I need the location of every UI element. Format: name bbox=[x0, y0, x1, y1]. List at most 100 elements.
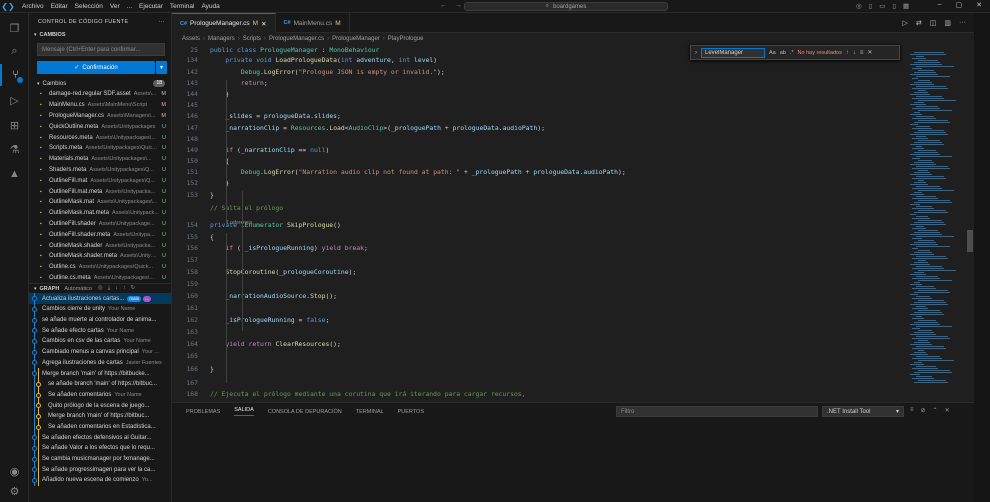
changes-section-header[interactable]: ▾ CAMBIOS bbox=[29, 30, 171, 40]
changed-file-row[interactable]: ▪ OutlineMask.mat.meta Assets\Unitypack...… bbox=[29, 208, 171, 219]
chevron-right-icon[interactable]: › bbox=[695, 50, 697, 56]
graph-commit-row[interactable]: Merge branch 'main' of https://bitbucke.… bbox=[29, 368, 171, 379]
changed-file-row[interactable]: ▪ OutlineFill.shader Assets\Unitypackage..… bbox=[29, 219, 171, 230]
changed-file-row[interactable]: ▪ OutlineFill.mat.meta Assets\Unitypacka..… bbox=[29, 186, 171, 197]
find-in-selection-icon[interactable]: ≡ bbox=[860, 50, 864, 56]
code-editor[interactable]: 25 public class PrologueManager : MonoBeh… bbox=[172, 44, 906, 417]
graph-commit-row[interactable]: Se añaden comentarios en Estadística... bbox=[29, 421, 171, 433]
accounts-icon[interactable]: ◉ bbox=[0, 460, 29, 482]
graph-commit-row[interactable]: Se añade efecto cartas Your Name bbox=[29, 325, 171, 337]
graph-commit-row[interactable]: se añade branch 'main' of https://bitbuc… bbox=[29, 378, 171, 390]
graph-commit-row[interactable]: Añadido nueva escena de comienzo Yo... bbox=[29, 475, 171, 486]
find-input[interactable] bbox=[701, 47, 765, 58]
graph-commit-row[interactable]: Se añaden comentarios Your Name bbox=[29, 389, 171, 401]
changed-file-row[interactable]: ▪ Resources.meta Assets\Unitypackages\... U bbox=[29, 132, 171, 143]
breadcrumb-item[interactable]: PrologueManager bbox=[332, 36, 380, 42]
toggle-sidebar-icon[interactable]: ▯ bbox=[869, 2, 873, 10]
changed-file-row[interactable]: ▪ Materials.meta Assets\Unitypackages\... U bbox=[29, 154, 171, 165]
graph-commit-row[interactable]: Se cambia musicmanager por fxmanage... bbox=[29, 453, 171, 465]
toggle-secondary-sidebar-icon[interactable]: ▯ bbox=[892, 2, 896, 10]
changed-file-row[interactable]: ▪ Shaders.meta Assets\Unitypackages\Q... U bbox=[29, 165, 171, 176]
copilot-icon[interactable]: ◎ bbox=[856, 2, 862, 10]
command-center-search[interactable]: ⌕ boardgames bbox=[464, 2, 668, 11]
breadcrumb-item[interactable]: PlayPrologue bbox=[388, 36, 424, 42]
graph-commit-row[interactable]: Quito prólogo de la escena de juego... bbox=[29, 400, 171, 411]
more-actions-icon[interactable]: ··· bbox=[959, 19, 966, 27]
nav-back-icon[interactable]: ← bbox=[440, 2, 447, 9]
breadcrumb-item[interactable]: Managers bbox=[208, 36, 235, 42]
regex-toggle[interactable]: .* bbox=[790, 50, 794, 56]
panel-tab-puertos[interactable]: PUERTOS bbox=[398, 409, 424, 415]
graph-commit-row[interactable]: Cambios cierre de unity Your Name bbox=[29, 304, 171, 315]
changed-file-row[interactable]: ▪ OutlineMask.shader Assets\Unitypacka... U bbox=[29, 240, 171, 251]
changed-file-row[interactable]: ▪ Outline.cs Assets\Unitypackages\Quick...… bbox=[29, 262, 171, 273]
refresh-icon[interactable]: ↻ bbox=[131, 285, 136, 292]
customize-layout-icon[interactable]: ▦ bbox=[903, 2, 909, 10]
editor-scrollbar[interactable] bbox=[966, 44, 974, 402]
graph-commit-row[interactable]: Cambiado menus a canvas principal Your ..… bbox=[29, 346, 171, 358]
changes-group[interactable]: ▾ Cambios 18 bbox=[29, 78, 171, 89]
graph-section-header[interactable]: ▾ GRAPH Automático ◎ ⤓ ↓ ↑ ↻ bbox=[29, 283, 171, 293]
close-panel-icon[interactable]: ✕ bbox=[945, 407, 950, 414]
whole-word-toggle[interactable]: ab bbox=[780, 50, 786, 56]
fetch-icon[interactable]: ⤓ bbox=[108, 285, 110, 292]
run-icon[interactable]: ▷ bbox=[902, 19, 907, 27]
nav-forward-icon[interactable]: → bbox=[455, 2, 462, 9]
menu-archivo[interactable]: Archivo bbox=[22, 3, 44, 10]
changed-file-row[interactable]: ▪ OutlineFill.shader.meta Assets\Unitypa..… bbox=[29, 229, 171, 240]
menu-more[interactable]: ... bbox=[127, 3, 132, 10]
compare-changes-icon[interactable]: ⇄ bbox=[916, 19, 922, 27]
changed-file-row[interactable]: ▪ MainMenu.cs Assets\MainMenu\Script M bbox=[29, 100, 171, 111]
menu-ejecutar[interactable]: Ejecutar bbox=[139, 3, 163, 10]
graph-commit-row[interactable]: Se añaden efectos defensivos al Guitar..… bbox=[29, 432, 171, 443]
changed-file-row[interactable]: ▪ OutlineMask.shader.meta Assets\Unitypa..… bbox=[29, 251, 171, 262]
graph-commit-row[interactable]: Agrega ilustraciones de cartas Javier Fue… bbox=[29, 357, 171, 369]
tab-prologue-manager[interactable]: C# PrologueManager.cs M ✕ bbox=[172, 13, 276, 33]
source-control-icon[interactable]: ⑂ bbox=[0, 64, 29, 86]
output-channel-select[interactable]: .NET Install Tool ▾ bbox=[822, 406, 904, 417]
changed-file-row[interactable]: ▪ QuickOutline.meta Assets\Unitypackages U bbox=[29, 121, 171, 132]
clear-output-icon[interactable]: ⊘ bbox=[921, 407, 926, 414]
tab-main-menu[interactable]: C# MainMenu.cs M bbox=[276, 13, 350, 33]
scrollbar-thumb[interactable] bbox=[967, 230, 973, 252]
changed-file-row[interactable]: ▪ OutlineFill.mat Assets\Unitypackages\Q..… bbox=[29, 175, 171, 186]
output-filter-input[interactable]: Filtro bbox=[616, 406, 818, 417]
panel-tab-problemas[interactable]: PROBLEMAS bbox=[186, 409, 220, 415]
push-icon[interactable]: ↑ bbox=[123, 285, 126, 292]
next-match-icon[interactable]: ↓ bbox=[853, 50, 856, 56]
close-tab-icon[interactable]: ✕ bbox=[261, 20, 266, 28]
toggle-panel-icon[interactable]: ▭ bbox=[879, 2, 885, 10]
changed-file-row[interactable]: ▪ PrologueManager.cs Assets\Managers\... M bbox=[29, 111, 171, 122]
graph-commit-row[interactable]: Actualiza ilustraciones cartas... main... bbox=[29, 293, 171, 305]
codelens-references[interactable]: 1 referencia bbox=[226, 220, 252, 227]
commit-dropdown-button[interactable]: ▾ bbox=[156, 61, 167, 74]
previous-match-icon[interactable]: ↑ bbox=[846, 50, 849, 56]
panel-tab-terminal[interactable]: TERMINAL bbox=[356, 409, 384, 415]
split-editor-icon[interactable]: ▥ bbox=[944, 19, 951, 27]
breadcrumb-item[interactable]: PrologueManager.cs bbox=[269, 36, 324, 42]
breadcrumb-item[interactable]: Scripts bbox=[243, 36, 261, 42]
menu-ver[interactable]: Ver bbox=[110, 3, 120, 10]
lock-scroll-icon[interactable]: ≡ bbox=[910, 407, 914, 414]
pull-icon[interactable]: ↓ bbox=[115, 285, 118, 292]
search-activity-icon[interactable]: ⌕ bbox=[0, 40, 29, 62]
maximize-icon[interactable]: ▢ bbox=[956, 1, 963, 9]
manage-gear-icon[interactable]: ⚙ bbox=[0, 480, 29, 502]
close-find-icon[interactable]: ✕ bbox=[867, 49, 872, 56]
menu-ayuda[interactable]: Ayuda bbox=[201, 3, 219, 10]
panel-tab-consola-de-depuraci-n[interactable]: CONSOLA DE DEPURACIÓN bbox=[268, 409, 342, 415]
panel-tab-salida[interactable]: SALIDA bbox=[234, 407, 254, 416]
breadcrumb-item[interactable]: Assets bbox=[182, 36, 200, 42]
open-changes-icon[interactable]: ◫ bbox=[930, 19, 937, 27]
minimize-icon[interactable]: – bbox=[938, 1, 942, 9]
menu-editar[interactable]: Editar bbox=[51, 3, 68, 10]
maximize-panel-icon[interactable]: ⌃ bbox=[933, 407, 938, 414]
menu-terminal[interactable]: Terminal bbox=[170, 3, 195, 10]
graph-mode[interactable]: Automático bbox=[64, 286, 92, 292]
graph-commit-row[interactable]: se añade muerte al controlador de anima.… bbox=[29, 314, 171, 326]
graph-commit-row[interactable]: Merge branch 'main' of https://bitbuc... bbox=[29, 410, 171, 422]
graph-commit-row[interactable]: Cambios en csv de las cartas Your Name bbox=[29, 336, 171, 347]
explorer-icon[interactable]: ❐ bbox=[0, 17, 29, 39]
close-icon[interactable]: ✕ bbox=[976, 1, 982, 9]
commit-button[interactable]: ✓ Confirmación bbox=[37, 61, 155, 74]
